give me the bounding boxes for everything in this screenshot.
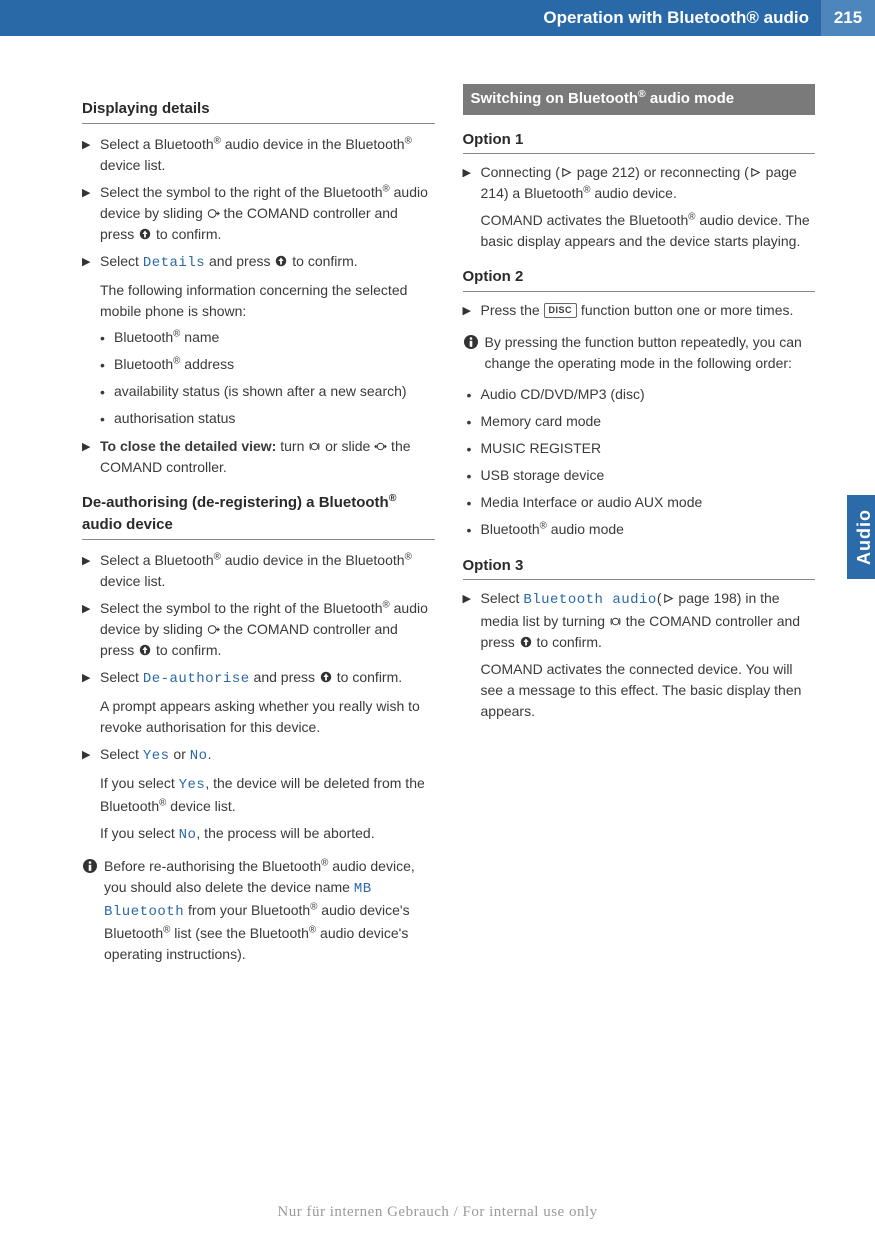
info-icon xyxy=(82,856,104,965)
bullet-item: •Bluetooth® name xyxy=(100,327,435,349)
turn-icon xyxy=(609,613,622,629)
info-text: By pressing the function button repeat­e… xyxy=(485,332,816,374)
step: ▶ Select a Bluetooth® audio device in th… xyxy=(82,134,435,176)
footer-watermark: Nur für internen Gebrauch / For internal… xyxy=(0,1201,875,1224)
step: ▶ Select Yes or No. xyxy=(82,744,435,767)
step-icon: ▶ xyxy=(82,598,100,661)
press-icon xyxy=(319,669,333,685)
header-title: Operation with Bluetooth® audio xyxy=(543,5,821,31)
bullet-item: •Memory card mode xyxy=(467,411,816,433)
step-text: Select a Bluetooth® audio device in the … xyxy=(100,134,435,176)
step: ▶ Select the symbol to the right of the … xyxy=(82,598,435,661)
step-followup: COMAND activates the Bluetooth® audio de… xyxy=(481,210,816,252)
right-column: Switching on Bluetooth® audio mode Optio… xyxy=(463,84,816,975)
page-header: Operation with Bluetooth® audio 215 xyxy=(0,0,875,50)
bullet-list: •Audio CD/DVD/MP3 (disc) •Memory card mo… xyxy=(467,384,816,541)
step-text: Select Yes or No. xyxy=(100,744,435,767)
bullet-item: •Bluetooth® audio mode xyxy=(467,519,816,541)
step-followup: COMAND activates the connected device. Y… xyxy=(481,659,816,722)
step: ▶ Select the symbol to the right of the … xyxy=(82,182,435,245)
step-icon: ▶ xyxy=(82,182,100,245)
step-icon: ▶ xyxy=(82,744,100,767)
heading-switching-on: Switching on Bluetooth® audio mode xyxy=(463,84,816,115)
step-text: Select a Bluetooth® audio device in the … xyxy=(100,550,435,592)
step: ▶ To close the detailed view: turn or sl… xyxy=(82,436,435,478)
left-column: Displaying details ▶ Select a Bluetooth®… xyxy=(82,84,435,975)
bullet-item: •Bluetooth® address xyxy=(100,354,435,376)
step-followup: If you select Yes, the device will be de… xyxy=(100,773,435,817)
step-text: To close the detailed view: turn or slid… xyxy=(100,436,435,478)
info-text: Before re-authorising the Bluetooth® aud… xyxy=(104,856,435,965)
heading-option-2: Option 2 xyxy=(463,266,816,292)
step: ▶ Select a Bluetooth® audio device in th… xyxy=(82,550,435,592)
info-icon xyxy=(463,332,485,374)
bullet-list: •Bluetooth® name •Bluetooth® address •av… xyxy=(100,327,435,430)
step-icon: ▶ xyxy=(463,588,481,653)
step-icon: ▶ xyxy=(82,667,100,690)
ui-text-details: Details xyxy=(143,255,205,271)
step-text: Select Bluetooth audio( page 198) in the… xyxy=(481,588,816,653)
step-text: Select the symbol to the right of the Bl… xyxy=(100,182,435,245)
step: ▶ Select Details and press to confirm. xyxy=(82,251,435,274)
ui-text-bluetooth-audio: Bluetooth audio xyxy=(523,592,657,608)
bullet-item: •USB storage device xyxy=(467,465,816,487)
step-icon: ▶ xyxy=(82,550,100,592)
heading-deauthorising: De-authorising (de-registering) a Blue­t… xyxy=(82,492,435,540)
disc-key: DISC xyxy=(544,303,578,318)
bullet-item: •Audio CD/DVD/MP3 (disc) xyxy=(467,384,816,406)
step: ▶ Connecting ( page 212) or reconnecting… xyxy=(463,162,816,204)
info-note: Before re-authorising the Bluetooth® aud… xyxy=(82,856,435,965)
slide-right-icon xyxy=(207,205,220,221)
ui-text-yes: Yes xyxy=(143,748,170,764)
heading-displaying-details: Displaying details xyxy=(82,98,435,124)
press-icon xyxy=(138,226,152,242)
slide-lr-icon xyxy=(374,438,387,454)
xref-icon xyxy=(560,164,573,180)
step-text: Select Details and press to confirm. xyxy=(100,251,435,274)
step-icon: ▶ xyxy=(82,436,100,478)
step-text: Select the symbol to the right of the Bl… xyxy=(100,598,435,661)
step: ▶ Select Bluetooth audio( page 198) in t… xyxy=(463,588,816,653)
step: ▶ Select De-authorise and press to con­f… xyxy=(82,667,435,690)
step-icon: ▶ xyxy=(463,300,481,322)
step-text: Connecting ( page 212) or reconnecting (… xyxy=(481,162,816,204)
press-icon xyxy=(519,634,533,650)
info-note: By pressing the function button repeat­e… xyxy=(463,332,816,374)
bullet-item: •MUSIC REGISTER xyxy=(467,438,816,460)
press-icon xyxy=(274,253,288,269)
press-icon xyxy=(138,642,152,658)
step-followup: A prompt appears asking whether you real… xyxy=(100,696,435,738)
bullet-item: •availability status (is shown after a n… xyxy=(100,381,435,403)
page-number: 215 xyxy=(821,0,875,36)
step-icon: ▶ xyxy=(82,134,100,176)
ui-text-no: No xyxy=(190,748,208,764)
step-icon: ▶ xyxy=(463,162,481,204)
ui-text-deauthorise: De-authorise xyxy=(143,671,250,687)
step-followup: If you select No, the process will be ab… xyxy=(100,823,435,846)
heading-option-3: Option 3 xyxy=(463,555,816,581)
step: ▶ Press the DISC function button one or … xyxy=(463,300,816,322)
section-tab-audio: Audio xyxy=(847,495,875,579)
step-text: Select De-authorise and press to con­fir… xyxy=(100,667,435,690)
turn-icon xyxy=(308,438,321,454)
bullet-item: •Media Interface or audio AUX mode xyxy=(467,492,816,514)
step-text: Press the DISC function button one or mo… xyxy=(481,300,816,322)
bullet-item: •authorisation status xyxy=(100,408,435,430)
page-content: Displaying details ▶ Select a Bluetooth®… xyxy=(0,50,875,975)
slide-right-icon xyxy=(207,621,220,637)
heading-option-1: Option 1 xyxy=(463,129,816,155)
xref-icon xyxy=(662,590,675,606)
xref-icon xyxy=(749,164,762,180)
step-followup: The following information concerning the… xyxy=(100,280,435,322)
step-icon: ▶ xyxy=(82,251,100,274)
